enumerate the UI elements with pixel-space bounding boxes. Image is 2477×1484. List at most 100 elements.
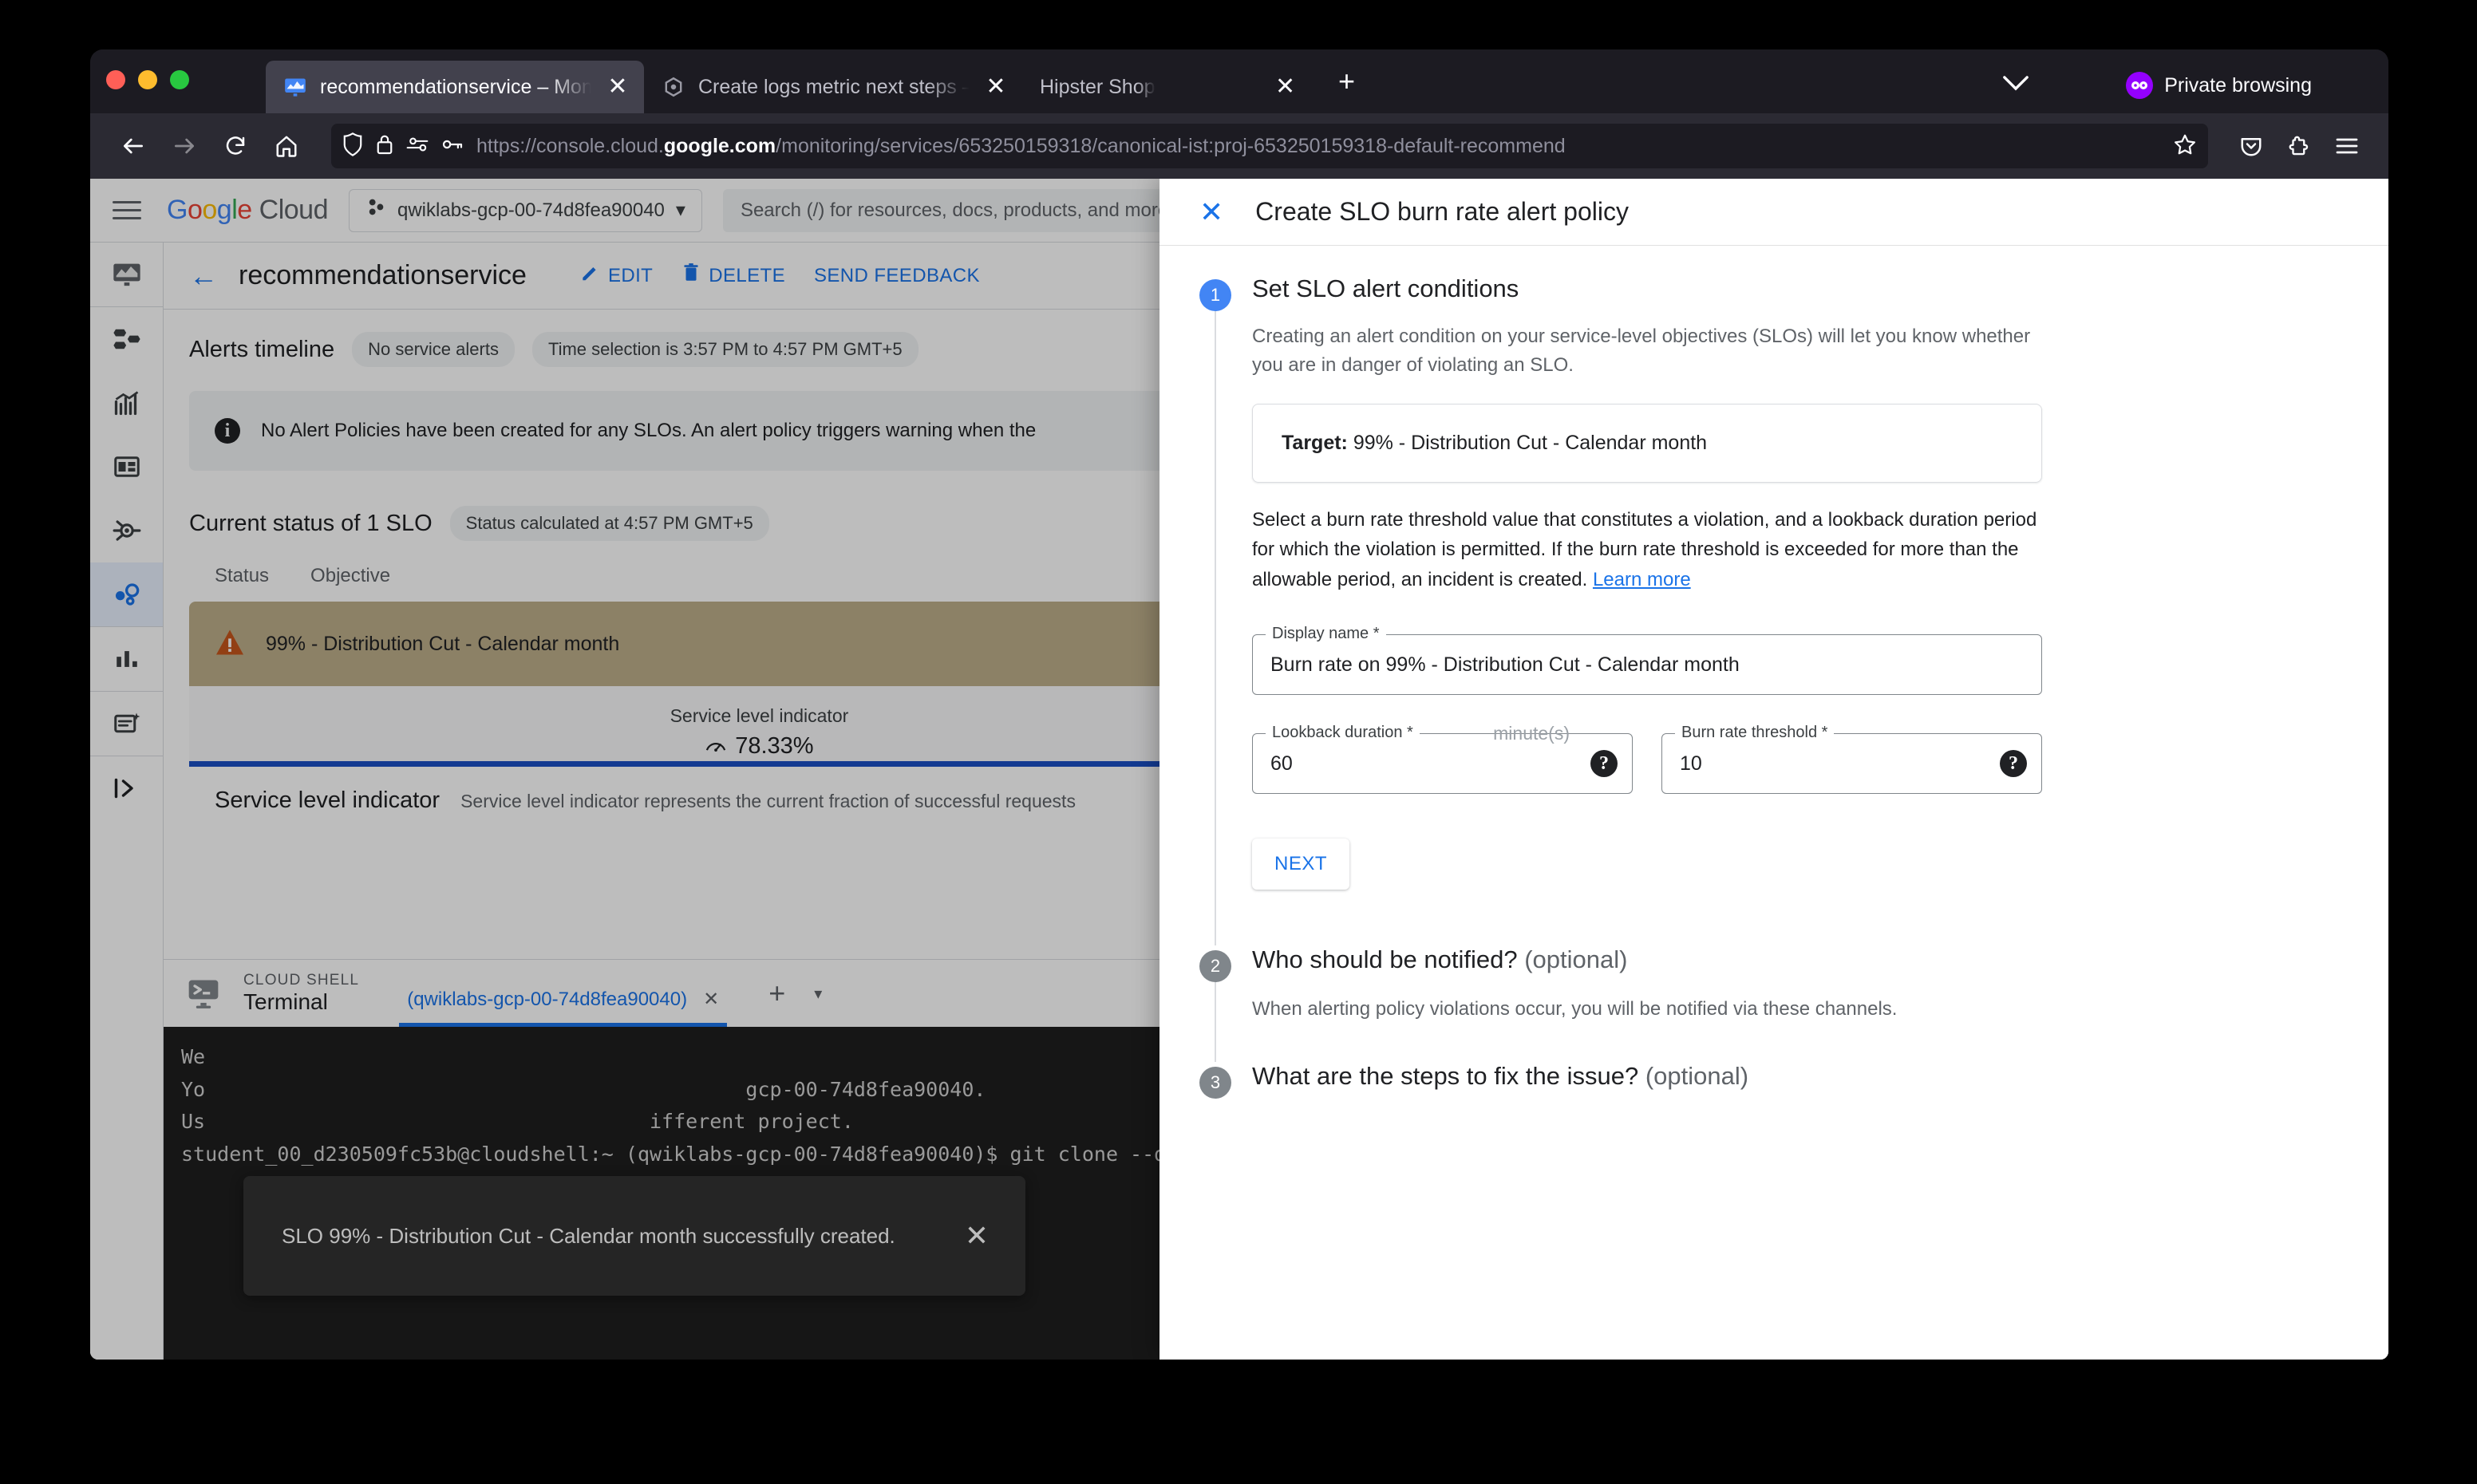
forward-button[interactable] [162, 124, 207, 168]
status-calculated-chip: Status calculated at 4:57 PM GMT+5 [449, 506, 769, 541]
browser-tab-hipster-shop[interactable]: Hipster Shop ✕ [1022, 61, 1312, 113]
services-icon[interactable] [90, 307, 163, 371]
lookback-duration-field[interactable]: Lookback duration * minute(s) 60 ? [1252, 723, 1633, 795]
alerts-timeline-heading: Alerts timeline [189, 336, 335, 362]
sidebar-item-slo-services[interactable] [90, 562, 163, 626]
delete-label: DELETE [709, 264, 785, 286]
permissions-key-icon[interactable] [441, 136, 464, 157]
step-2[interactable]: 2 Who should be notified? (optional) [1199, 945, 2349, 983]
cloud-wordmark: Cloud [259, 195, 329, 225]
project-picker[interactable]: qwiklabs-gcp-00-74d8fea90040 ▾ [349, 188, 702, 232]
burn-rate-threshold-field[interactable]: Burn rate threshold * 10 ? [1661, 724, 2042, 795]
edit-button[interactable]: EDIT [579, 262, 653, 289]
display-name-value: Burn rate on 99% - Distribution Cut - Ca… [1270, 653, 1740, 676]
chevron-down-icon[interactable]: ▾ [814, 984, 822, 1004]
dashboards-icon[interactable] [90, 435, 163, 499]
browser-tab-monitoring[interactable]: recommendationservice – Monitoring – qwi… [266, 61, 644, 113]
duration-threshold-row: Lookback duration * minute(s) 60 ? Burn … [1252, 723, 2042, 795]
navigation-menu-icon[interactable] [108, 191, 146, 230]
column-objective: Objective [310, 565, 391, 586]
lock-icon[interactable] [376, 133, 393, 160]
sli-heading: Service level indicator [215, 787, 440, 813]
step-2-content: When alerting policy violations occur, y… [1199, 982, 2349, 1063]
home-button[interactable] [264, 124, 309, 168]
shield-icon[interactable] [342, 132, 363, 160]
no-service-alerts-chip: No service alerts [352, 332, 515, 367]
address-bar[interactable]: https://console.cloud.google.com/monitor… [331, 124, 2208, 168]
step-2-description: When alerting policy violations occur, y… [1252, 998, 1898, 1020]
close-window-button[interactable] [106, 70, 125, 89]
browser-tab-logging[interactable]: Create logs metric next steps – Logging … [644, 61, 1022, 113]
step-1-title: Set SLO alert conditions [1252, 274, 1519, 302]
snackbar-message: SLO 99% - Distribution Cut - Calendar mo… [282, 1223, 895, 1248]
chevron-down-icon: ▾ [675, 199, 685, 221]
uptime-checks-icon[interactable] [90, 499, 163, 562]
close-icon[interactable]: ✕ [604, 75, 631, 99]
tab-title: recommendationservice – Monitoring – qwi… [320, 75, 591, 98]
browser-window: recommendationservice – Monitoring – qwi… [90, 49, 2388, 1360]
back-arrow-icon[interactable]: ← [189, 261, 218, 290]
info-icon: i [215, 418, 240, 444]
close-icon[interactable]: ✕ [703, 977, 719, 1023]
tab-list: recommendationservice – Monitoring – qwi… [266, 49, 1363, 113]
url-text[interactable]: https://console.cloud.google.com/monitor… [476, 135, 2160, 158]
slo-name: 99% - Distribution Cut - Calendar month [266, 632, 620, 655]
next-button[interactable]: NEXT [1252, 839, 1350, 890]
dialog-header: ✕ Create SLO burn rate alert policy [1159, 179, 2388, 246]
step-1-content: Creating an alert condition on your serv… [1199, 311, 2349, 946]
learn-more-link[interactable]: Learn more [1593, 569, 1691, 590]
pocket-save-icon[interactable] [2230, 125, 2272, 167]
metrics-explorer-icon[interactable] [90, 371, 163, 435]
dialog-body: 1 Set SLO alert conditions Creating an a… [1159, 246, 2388, 1099]
reload-button[interactable] [213, 124, 258, 168]
sli-description: Service level indicator represents the c… [460, 791, 1076, 811]
close-icon[interactable]: ✕ [982, 75, 1009, 99]
new-tab-button[interactable]: + [1331, 67, 1363, 96]
display-name-field[interactable]: Display name * Burn rate on 99% - Distri… [1252, 625, 2042, 696]
target-label: Target: [1282, 432, 1348, 454]
step-3[interactable]: 3 What are the steps to fix the issue? (… [1199, 1062, 2349, 1099]
help-icon[interactable]: ? [2000, 750, 2027, 778]
target-value: 99% - Distribution Cut - Calendar month [1347, 432, 1708, 454]
step-connector [1199, 311, 1231, 946]
close-icon[interactable]: ✕ [1272, 75, 1299, 99]
browser-toolbar: https://console.cloud.google.com/monitor… [90, 113, 2388, 179]
terminal-line: We [181, 1045, 206, 1068]
terminal-line: student_00_d230509fc53b@cloudshell:~ (qw… [181, 1142, 1203, 1166]
snackbar-notification: SLO 99% - Distribution Cut - Calendar mo… [243, 1176, 1025, 1296]
info-banner-text: No Alert Policies have been created for … [261, 420, 1037, 441]
send-feedback-button[interactable]: SEND FEEDBACK [814, 262, 980, 289]
cloud-shell-session-tab[interactable]: (qwiklabs-gcp-00-74d8fea90040) ✕ [399, 981, 728, 1027]
reports-icon[interactable] [90, 692, 163, 756]
add-session-button[interactable]: + [768, 977, 785, 1010]
app-menu-icon[interactable] [2326, 125, 2368, 167]
google-cloud-logo[interactable]: Google Cloud [167, 195, 329, 226]
minimize-window-button[interactable] [138, 70, 157, 89]
tracking-protection-icon[interactable] [406, 136, 429, 157]
private-browsing-label: Private browsing [2164, 73, 2312, 97]
edit-label: EDIT [607, 264, 654, 286]
extensions-puzzle-icon[interactable] [2278, 125, 2320, 167]
tab-title: Create logs metric next steps – Logging [698, 75, 970, 98]
maximize-window-button[interactable] [170, 70, 189, 89]
slo-progress-fill [189, 761, 1233, 767]
monitoring-icon [283, 75, 307, 99]
close-icon[interactable]: ✕ [1199, 197, 1223, 227]
cloud-shell-title: Terminal [243, 989, 328, 1014]
window-traffic-lights [106, 70, 189, 89]
cloud-shell-icon [184, 974, 223, 1012]
overview-icon[interactable] [90, 243, 163, 306]
column-status: Status [215, 565, 270, 586]
sli-metric: Service level indicator 78.33% [670, 705, 849, 761]
metrics-icon[interactable] [90, 627, 163, 691]
bookmark-star-icon[interactable] [2173, 132, 2197, 160]
help-icon[interactable]: ? [1590, 750, 1618, 778]
chevron-down-icon[interactable] [2002, 73, 2029, 97]
expand-panel-icon[interactable] [90, 756, 163, 820]
step-3-optional: (optional) [1638, 1062, 1749, 1091]
delete-button[interactable]: DELETE [681, 262, 785, 289]
back-button[interactable] [111, 124, 156, 168]
close-icon[interactable]: ✕ [965, 1222, 989, 1250]
cloud-shell-titles: CLOUD SHELL Terminal [243, 972, 359, 1015]
burn-rate-description: Select a burn rate threshold value that … [1252, 509, 2037, 590]
